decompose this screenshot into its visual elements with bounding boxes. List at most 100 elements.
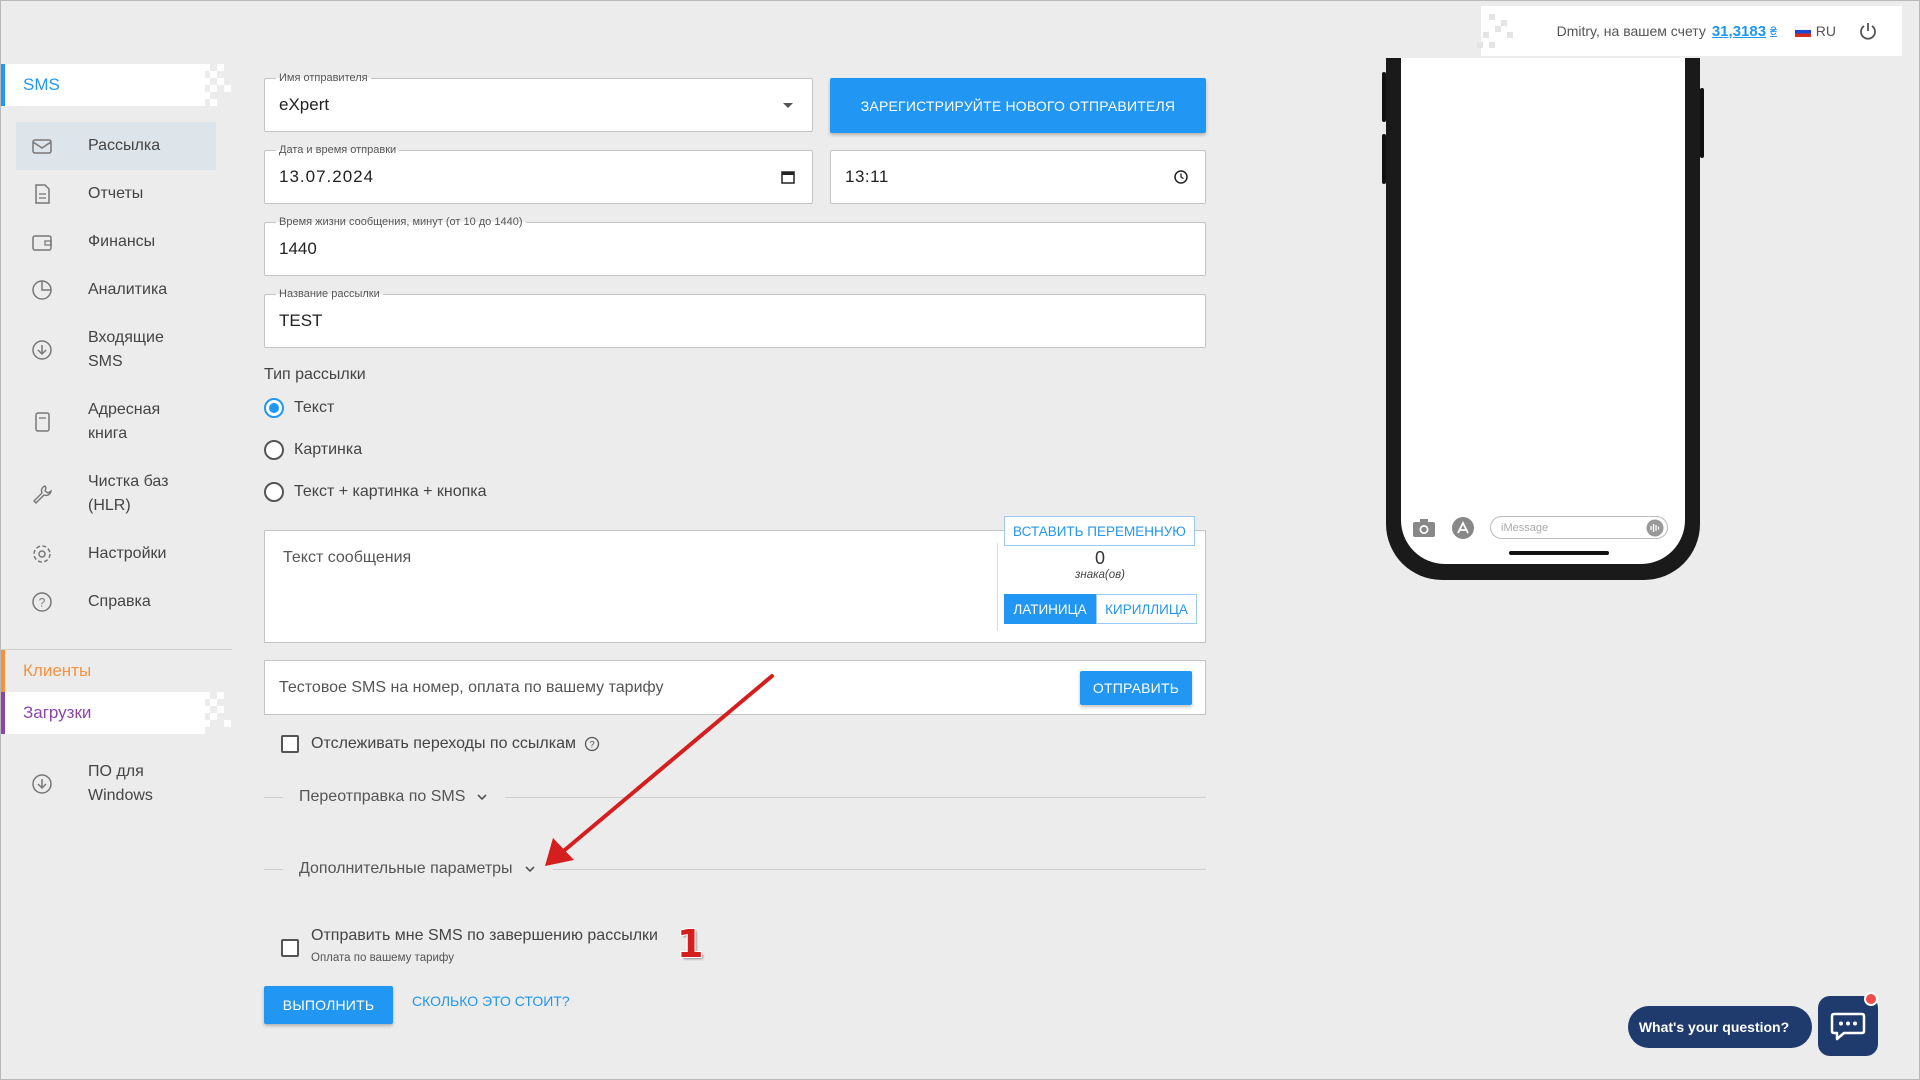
sidebar-item-address-book[interactable]: Адресная книга <box>16 394 216 450</box>
track-links-option[interactable]: Отслеживать переходы по ссылкам ? <box>281 735 600 753</box>
calendar-icon[interactable] <box>780 169 796 185</box>
chevron-down-icon <box>524 866 535 873</box>
help-icon[interactable]: ? <box>584 736 600 752</box>
download-icon <box>32 340 52 360</box>
sidebar-item-analytics[interactable]: Аналитика <box>16 266 216 314</box>
date-value: 13.07.2024 <box>279 167 375 186</box>
type-option-label: Текст <box>294 399 335 416</box>
extra-params-label: Дополнительные параметры <box>299 860 513 877</box>
test-sms-placeholder: Тестовое SMS на номер, оплата по вашему … <box>279 678 664 696</box>
mailing-name-value: TEST <box>279 311 323 330</box>
resend-expander[interactable]: Переотправка по SMS <box>283 786 506 808</box>
russia-flag-icon[interactable] <box>1794 25 1811 37</box>
mailing-name-field[interactable]: Название рассылки TEST <box>264 287 1206 348</box>
phone-preview: iMessage <box>1382 58 1704 580</box>
sender-select[interactable]: Имя отправителя eXpert <box>264 71 813 132</box>
annotation-number: 1 <box>677 922 704 966</box>
phone-side-button <box>1382 134 1386 184</box>
section-bar <box>0 650 5 692</box>
pixel-decoration <box>203 692 231 727</box>
sidebar-item-label: Входящие SMS <box>88 329 164 370</box>
type-option-text[interactable]: Текст <box>264 398 334 418</box>
message-separator <box>997 543 998 631</box>
sidebar-item-windows-software[interactable]: ПО для Windows <box>16 756 216 812</box>
sidebar-section-sms[interactable]: SMS <box>0 64 231 106</box>
message-textarea[interactable]: Текст сообщения <box>264 530 1206 643</box>
envelope-icon <box>32 139 52 154</box>
sidebar-item-label: Рассылка <box>88 137 161 154</box>
send-test-button[interactable]: ОТПРАВИТЬ <box>1080 671 1192 705</box>
language-selector[interactable]: RU <box>1816 23 1836 39</box>
register-sender-button[interactable]: ЗАРЕГИСТРИРУЙТЕ НОВОГО ОТПРАВИТЕЛЯ <box>830 78 1206 133</box>
cost-link[interactable]: СКОЛЬКО ЭТО СТОИТ? <box>412 993 570 1009</box>
imessage-input: iMessage <box>1490 516 1668 539</box>
execute-button[interactable]: ВЫПОЛНИТЬ <box>264 986 393 1024</box>
imessage-placeholder: iMessage <box>1501 521 1549 534</box>
chevron-down-icon <box>477 794 487 801</box>
account-bar: Dmitry, на вашем счету 31,3183 ₴ RU <box>1476 6 1902 56</box>
svg-text:?: ? <box>39 596 46 610</box>
sms-header-label: SMS <box>23 75 60 94</box>
camera-icon <box>1413 519 1435 537</box>
sidebar-item-label: Чистка баз (HLR) <box>88 473 169 514</box>
sidebar-item-hlr[interactable]: Чистка баз (HLR) <box>16 466 216 522</box>
document-icon <box>35 184 50 204</box>
question-icon: ? <box>32 592 52 612</box>
sidebar-item-label: Финансы <box>88 233 156 250</box>
radio-selected[interactable] <box>264 398 284 418</box>
sidebar-item-settings[interactable]: Настройки <box>16 530 216 578</box>
audio-icon <box>1646 519 1664 537</box>
latin-toggle[interactable]: ЛАТИНИЦА <box>1004 594 1096 624</box>
type-option-label: Текст + картинка + кнопка <box>294 483 487 500</box>
notify-me-label: Отправить мне SMS по завершению рассылки <box>311 927 658 944</box>
sidebar-item-label: Справка <box>88 593 151 610</box>
sidebar-section-downloads[interactable]: Загрузки <box>0 692 231 734</box>
user-balance-text: Dmitry, на вашем счету <box>1556 23 1706 39</box>
sidebar-item-reports[interactable]: Отчеты <box>16 170 216 218</box>
clients-header-label: Клиенты <box>23 661 92 680</box>
wallet-icon <box>32 235 52 251</box>
balance-value[interactable]: 31,3183 <box>1712 23 1766 40</box>
sidebar-item-label: ПО для Windows <box>88 763 153 804</box>
time-field[interactable]: 13:11 <box>830 150 1206 204</box>
time-value: 13:11 <box>845 167 889 186</box>
power-icon[interactable] <box>1858 21 1878 41</box>
extra-params-expander[interactable]: Дополнительные параметры <box>283 858 553 880</box>
caret-down-icon <box>783 103 793 108</box>
sidebar-item-label: Настройки <box>88 545 167 562</box>
clock-icon[interactable] <box>1173 169 1189 185</box>
home-indicator <box>1509 551 1609 555</box>
insert-variable-button[interactable]: ВСТАВИТЬ ПЕРЕМЕННУЮ <box>1004 516 1195 546</box>
sender-value: eXpert <box>279 95 330 114</box>
mailing-type-title: Тип рассылки <box>264 366 366 383</box>
sidebar-item-mailing[interactable]: Рассылка <box>16 122 216 170</box>
sidebar-item-finance[interactable]: Финансы <box>16 218 216 266</box>
type-option-text-image-button[interactable]: Текст + картинка + кнопка <box>264 482 487 502</box>
currency-symbol[interactable]: ₴ <box>1770 24 1777 38</box>
message-placeholder: Текст сообщения <box>283 549 412 566</box>
date-field[interactable]: Дата и время отправки 13.07.2024 <box>264 143 813 204</box>
phone-side-button <box>1700 88 1704 158</box>
test-sms-input[interactable]: Тестовое SMS на номер, оплата по вашему … <box>264 660 1206 715</box>
lifetime-field[interactable]: Время жизни сообщения, минут (от 10 до 1… <box>264 215 1206 276</box>
type-option-image[interactable]: Картинка <box>264 440 362 460</box>
radio[interactable] <box>264 440 284 460</box>
downloads-header-label: Загрузки <box>23 703 92 722</box>
sidebar-item-incoming-sms[interactable]: Входящие SMS <box>16 322 216 378</box>
chat-bubble-icon <box>1830 1012 1866 1041</box>
track-links-label: Отслеживать переходы по ссылкам <box>311 735 577 752</box>
char-count-label: знака(ов) <box>1075 569 1125 581</box>
chat-prompt[interactable]: What's your question? <box>1628 1006 1812 1048</box>
sidebar-item-help[interactable]: ? Справка <box>16 578 216 626</box>
notify-me-checkbox[interactable] <box>281 939 299 957</box>
sidebar-item-label: Отчеты <box>88 185 144 202</box>
pie-chart-icon <box>32 280 52 300</box>
cyrillic-toggle[interactable]: КИРИЛЛИЦА <box>1096 594 1197 624</box>
phone-side-button <box>1382 72 1386 122</box>
track-links-checkbox[interactable] <box>281 735 299 753</box>
type-option-label: Картинка <box>294 441 363 458</box>
sidebar-section-clients[interactable]: Клиенты <box>0 650 205 692</box>
notification-dot <box>1864 992 1878 1006</box>
lifetime-value: 1440 <box>279 239 317 258</box>
radio[interactable] <box>264 482 284 502</box>
